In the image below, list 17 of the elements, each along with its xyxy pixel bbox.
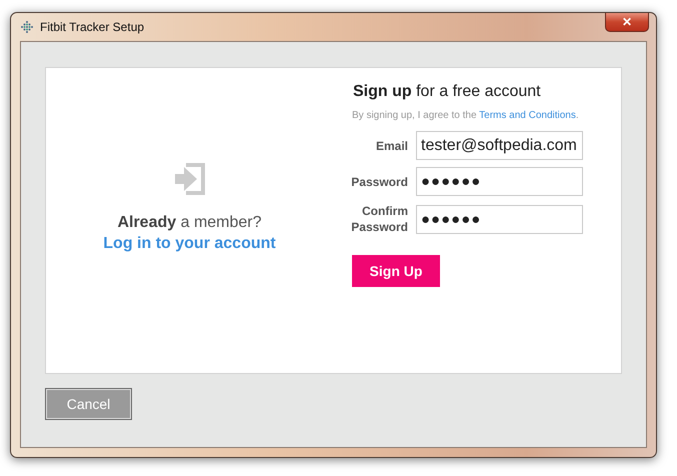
signup-heading: Sign up for a free account — [352, 83, 542, 101]
login-icon — [174, 162, 206, 196]
close-button[interactable]: ✕ — [605, 13, 649, 32]
field-label: Email — [374, 138, 408, 154]
field-label: Password — [350, 174, 408, 190]
cancel-button[interactable]: Cancel — [45, 388, 132, 420]
signup-button[interactable]: Sign Up — [352, 255, 440, 287]
password-field[interactable]: ●●●●●● — [416, 204, 583, 234]
window-title: Fitbit Tracker Setup — [40, 20, 144, 34]
email-field[interactable]: tester@softpedia.com — [416, 131, 583, 160]
field-label: Confirm Password — [350, 203, 408, 235]
login-link[interactable]: Log in to your account — [103, 235, 276, 253]
terms-link[interactable]: Terms and Conditions — [479, 110, 576, 121]
app-icon — [20, 20, 34, 34]
terms-text: By signing up, I agree to the Terms and Conditions. — [351, 110, 580, 121]
password-field[interactable]: ●●●●●● — [416, 167, 583, 196]
member-prompt: Already a member? — [117, 214, 262, 232]
